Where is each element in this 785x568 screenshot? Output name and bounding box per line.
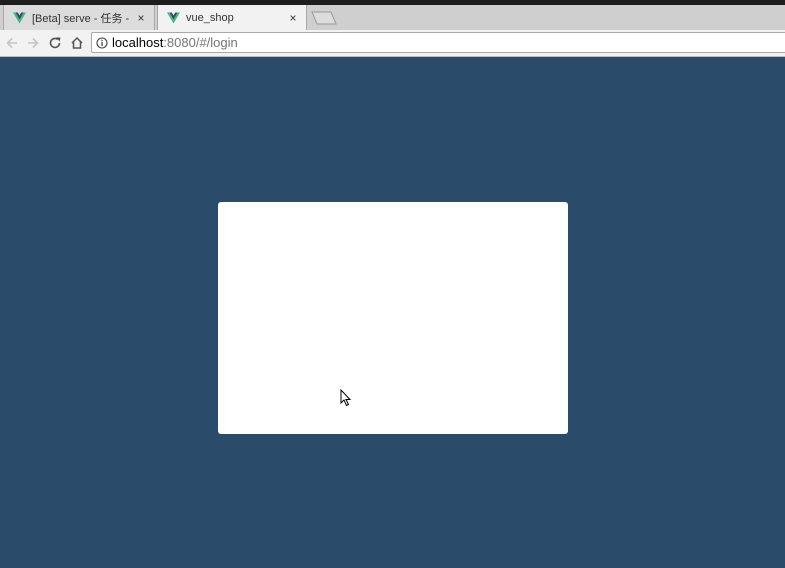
tab-serve[interactable]: [Beta] serve - 任务 - Vu × [3,5,155,30]
back-arrow-icon [6,37,17,49]
browser-chrome: [Beta] serve - 任务 - Vu × vue_shop × [0,0,785,57]
login-box [218,202,568,434]
tab-vue-shop[interactable]: vue_shop × [157,5,307,30]
tab-title: [Beta] serve - 任务 - Vu [32,12,132,25]
url-path: :8080/#/login [163,35,238,50]
back-button[interactable] [3,34,21,52]
browser-toolbar: localhost:8080/#/login [0,30,785,57]
vue-logo-icon [167,12,180,23]
url-host: localhost [112,35,164,50]
home-icon [71,36,83,49]
vue-logo-icon [13,12,26,23]
new-tab-button[interactable] [311,11,337,25]
mouse-cursor-icon [340,389,352,407]
tab-strip: [Beta] serve - 任务 - Vu × vue_shop × [0,5,785,30]
info-icon[interactable] [96,36,108,49]
address-bar[interactable]: localhost:8080/#/login [91,32,785,53]
tab-close-button[interactable]: × [135,11,147,25]
forward-arrow-icon [28,37,39,49]
tab-close-button[interactable]: × [287,11,299,25]
tab-title: vue_shop [186,11,234,24]
reload-icon [49,37,61,49]
home-button[interactable] [68,34,86,52]
reload-button[interactable] [46,34,64,52]
forward-button[interactable] [24,34,42,52]
